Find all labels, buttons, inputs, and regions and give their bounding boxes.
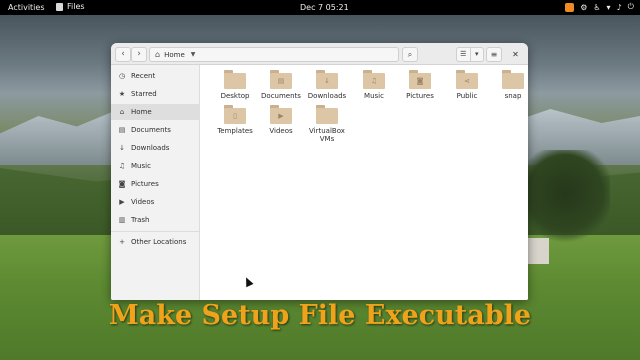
- sidebar-item-home[interactable]: ⌂ Home: [111, 104, 200, 120]
- folder-templates[interactable]: ▯ Templates: [212, 105, 258, 135]
- top-bar: Activities Files Dec 7 05:21 ⚙ ♿ ▾ ♪ ⏻: [0, 0, 640, 15]
- home-icon: ⌂: [119, 108, 125, 116]
- list-view-icon[interactable]: ☰: [457, 48, 470, 61]
- folder-music[interactable]: ♫ Music: [351, 70, 397, 100]
- sidebar-item-videos[interactable]: ▶ Videos: [111, 194, 200, 210]
- trash-icon: ▥: [118, 216, 126, 224]
- clock-icon: ◷: [118, 72, 126, 80]
- sidebar-item-label: Videos: [131, 198, 155, 206]
- files-app-icon: [56, 2, 63, 11]
- download-icon: ↓: [119, 144, 125, 152]
- folder-music-icon: ♫: [363, 70, 385, 89]
- wallpaper-tree: [520, 150, 610, 245]
- sidebar-item-label: Downloads: [131, 144, 170, 152]
- folder-label: snap: [504, 92, 522, 100]
- menu-button[interactable]: ≡: [486, 47, 502, 62]
- video-icon: ▶: [119, 198, 125, 206]
- back-button[interactable]: ‹: [115, 47, 131, 62]
- clock[interactable]: Dec 7 05:21: [300, 3, 349, 12]
- sidebar-item-other-locations[interactable]: + Other Locations: [111, 234, 200, 250]
- sidebar-divider: [111, 231, 200, 232]
- sidebar-item-label: Recent: [131, 72, 156, 80]
- system-tray[interactable]: ⚙ ♿ ▾ ♪ ⏻: [565, 2, 634, 12]
- folder-videos[interactable]: ▶ Videos: [258, 105, 304, 135]
- app-name: Files: [67, 2, 85, 11]
- sidebar-item-documents[interactable]: ▤ Documents: [111, 122, 200, 138]
- sidebar-item-music[interactable]: ♫ Music: [111, 158, 200, 174]
- folder-desktop[interactable]: Desktop: [212, 70, 258, 100]
- sidebar-item-pictures[interactable]: ◙ Pictures: [111, 176, 200, 192]
- folder-document-icon: ▤: [270, 70, 292, 89]
- folder-virtualbox-vms[interactable]: VirtualBox VMs: [304, 105, 350, 143]
- folder-template-icon: ▯: [224, 105, 246, 124]
- folder-label: Pictures: [406, 92, 434, 100]
- view-toggle[interactable]: ☰ ▾: [456, 47, 484, 62]
- document-icon: ▤: [118, 126, 126, 134]
- folder-icon: [316, 105, 338, 124]
- folder-share-icon: ⋖: [456, 70, 478, 89]
- sidebar-item-label: Other Locations: [131, 238, 187, 246]
- folder-label: Videos: [269, 127, 293, 135]
- folder-label: Music: [364, 92, 384, 100]
- folder-icon: [502, 70, 524, 89]
- folder-label: Templates: [217, 127, 253, 135]
- chevron-right-icon: ›: [137, 49, 141, 59]
- path-home-button[interactable]: ⌂ Home ▼: [150, 48, 206, 61]
- video-caption: Make Setup File Executable: [108, 300, 532, 331]
- files-window: ‹ › ⌂ Home ▼ ⌕ ☰ ▾ ≡ ✕ ◷ Recent ★ Starre…: [111, 43, 528, 300]
- wallpaper-house: [527, 238, 549, 264]
- chevron-down-icon: ▼: [190, 51, 196, 58]
- home-icon: ⌂: [155, 50, 161, 59]
- folder-downloads[interactable]: ↓ Downloads: [304, 70, 350, 100]
- folder-public[interactable]: ⋖ Public: [444, 70, 490, 100]
- path-label: Home: [164, 50, 185, 59]
- folder-label: Documents: [261, 92, 301, 100]
- network-status-icon[interactable]: ⚙: [580, 3, 587, 12]
- volume-icon[interactable]: ♪: [617, 3, 622, 12]
- folder-pictures[interactable]: ◙ Pictures: [397, 70, 443, 100]
- camera-icon: ◙: [118, 180, 126, 188]
- sidebar-item-recent[interactable]: ◷ Recent: [111, 68, 200, 84]
- folder-label: Downloads: [307, 92, 347, 100]
- sidebar-item-label: Pictures: [131, 180, 159, 188]
- sidebar: ◷ Recent ★ Starred ⌂ Home ▤ Documents ↓ …: [111, 65, 200, 300]
- forward-button[interactable]: ›: [131, 47, 147, 62]
- folder-snap[interactable]: snap: [490, 70, 528, 100]
- power-icon[interactable]: ⏻: [628, 2, 634, 12]
- close-button[interactable]: ✕: [509, 48, 522, 61]
- sidebar-item-label: Trash: [131, 216, 150, 224]
- folder-pictures-icon: ◙: [409, 70, 431, 89]
- header-bar: ‹ › ⌂ Home ▼ ⌕ ☰ ▾ ≡ ✕: [111, 43, 528, 65]
- music-icon: ♫: [118, 162, 126, 170]
- app-menu[interactable]: Files: [56, 2, 85, 11]
- folder-grid: Desktop ▤ Documents ↓ Downloads ♫ Music …: [201, 65, 528, 300]
- chevron-down-icon[interactable]: ▾: [469, 48, 484, 61]
- folder-video-icon: ▶: [270, 105, 292, 124]
- sidebar-item-downloads[interactable]: ↓ Downloads: [111, 140, 200, 156]
- folder-label: Public: [456, 92, 478, 100]
- plus-icon: +: [119, 238, 125, 246]
- sidebar-item-label: Documents: [131, 126, 171, 134]
- hamburger-icon: ≡: [490, 50, 498, 59]
- sidebar-item-label: Starred: [131, 90, 157, 98]
- sidebar-item-label: Music: [131, 162, 151, 170]
- sidebar-item-trash[interactable]: ▥ Trash: [111, 212, 200, 228]
- folder-documents[interactable]: ▤ Documents: [258, 70, 304, 100]
- chevron-left-icon: ‹: [121, 49, 125, 59]
- search-button[interactable]: ⌕: [402, 47, 418, 62]
- folder-download-icon: ↓: [316, 70, 338, 89]
- sidebar-item-starred[interactable]: ★ Starred: [111, 86, 200, 102]
- star-icon: ★: [118, 90, 126, 98]
- search-icon: ⌕: [407, 50, 413, 59]
- close-icon: ✕: [512, 50, 519, 59]
- activities-button[interactable]: Activities: [8, 3, 45, 12]
- folder-icon: [224, 70, 246, 89]
- accessibility-icon[interactable]: ♿: [593, 3, 600, 12]
- browser-tray-icon[interactable]: [565, 2, 575, 12]
- folder-label: Desktop: [220, 92, 250, 100]
- wifi-icon[interactable]: ▾: [607, 3, 611, 12]
- path-bar[interactable]: ⌂ Home ▼: [149, 47, 399, 62]
- folder-label: VirtualBox VMs: [309, 127, 345, 143]
- sidebar-item-label: Home: [131, 108, 152, 116]
